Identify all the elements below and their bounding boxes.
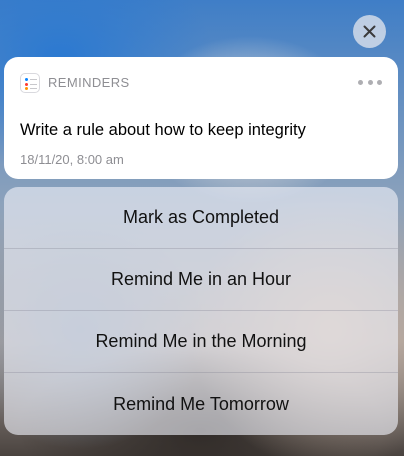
action-menu: Mark as Completed Remind Me in an Hour R… bbox=[4, 187, 398, 435]
remind-in-the-morning-button[interactable]: Remind Me in the Morning bbox=[4, 311, 398, 373]
reminders-app-icon bbox=[20, 73, 40, 93]
close-button[interactable] bbox=[353, 15, 386, 48]
app-name: REMINDERS bbox=[48, 75, 130, 90]
ellipsis-icon[interactable] bbox=[358, 79, 382, 85]
remind-tomorrow-button[interactable]: Remind Me Tomorrow bbox=[4, 373, 398, 435]
close-icon bbox=[363, 25, 376, 38]
notification-timestamp: 18/11/20, 8:00 am bbox=[20, 152, 124, 167]
remind-in-an-hour-button[interactable]: Remind Me in an Hour bbox=[4, 249, 398, 311]
mark-as-completed-button[interactable]: Mark as Completed bbox=[4, 187, 398, 249]
notification-card[interactable]: REMINDERS Write a rule about how to keep… bbox=[4, 57, 398, 179]
notification-title: Write a rule about how to keep integrity bbox=[20, 121, 306, 139]
